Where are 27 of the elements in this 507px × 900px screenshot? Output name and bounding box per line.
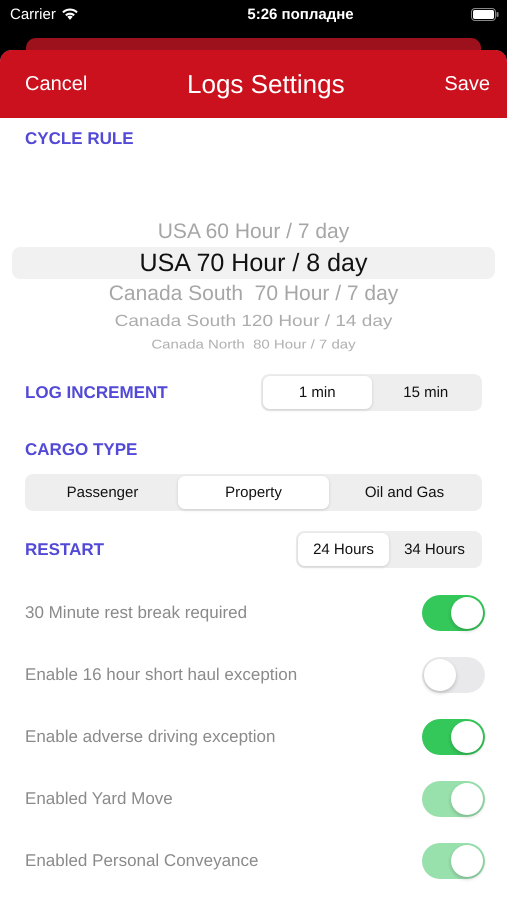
- segment-option[interactable]: Property: [178, 476, 329, 509]
- section-label: CARGO TYPE: [25, 440, 138, 460]
- segment-option[interactable]: Passenger: [27, 476, 178, 509]
- toggle-switch[interactable]: [422, 719, 485, 755]
- setting-label: Enable 16 hour short haul exception: [25, 665, 298, 685]
- section-label: RESTART: [25, 540, 104, 560]
- toggle-switch[interactable]: [422, 595, 485, 631]
- save-button[interactable]: Save: [444, 72, 490, 96]
- cancel-button[interactable]: Cancel: [25, 72, 88, 96]
- picker-selected-option[interactable]: USA 70 Hour / 8 day: [12, 247, 495, 279]
- segment-option[interactable]: 24 Hours: [298, 533, 389, 566]
- setting-label: 30 Minute rest break required: [25, 603, 248, 623]
- segment-option[interactable]: Oil and Gas: [329, 476, 480, 509]
- segment-option[interactable]: 15 min: [372, 376, 480, 409]
- wifi-icon: [60, 7, 79, 21]
- setting-label: Enable adverse driving exception: [25, 727, 276, 747]
- setting-label: Enabled Yard Move: [25, 789, 173, 809]
- segment-option[interactable]: 1 min: [263, 376, 372, 409]
- setting-label: Enabled Personal Conveyance: [25, 851, 258, 871]
- toggle-switch[interactable]: [422, 657, 485, 693]
- status-time: 5:26 попладне: [247, 6, 354, 22]
- carrier-name: Carrier: [10, 6, 56, 22]
- section-label: CYCLE RULE: [25, 129, 135, 149]
- battery-icon: [471, 8, 499, 20]
- nav-title: Logs Settings: [187, 68, 345, 100]
- section-label: LOG INCREMENT: [25, 382, 168, 402]
- segment-option[interactable]: 34 Hours: [389, 533, 480, 566]
